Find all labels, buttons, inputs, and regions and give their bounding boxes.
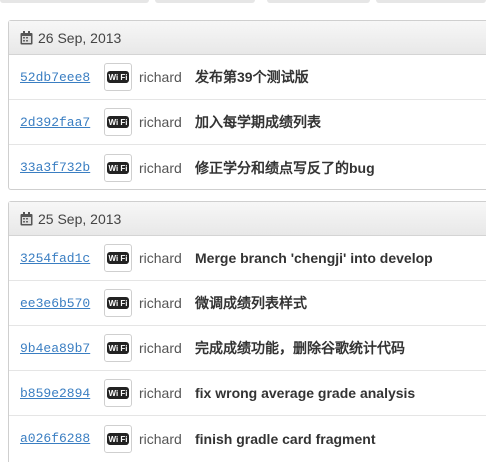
commit-message-link[interactable]: 加入每学期成绩列表 xyxy=(195,112,321,132)
commit-author: richard xyxy=(139,340,182,356)
svg-text:Wi Fi: Wi Fi xyxy=(108,344,127,353)
wifi-avatar-icon: Wi Fi xyxy=(107,432,129,445)
calendar-icon xyxy=(20,211,33,225)
day-header: 26 Sep, 2013 xyxy=(9,21,486,55)
commit-author: richard xyxy=(139,114,182,130)
wifi-avatar-icon: Wi Fi xyxy=(107,71,129,83)
commit-author: richard xyxy=(139,385,182,401)
commit-message-link[interactable]: 修正学分和绩点写反了的bug xyxy=(195,158,375,178)
commit-author: richard xyxy=(139,430,182,447)
commit-row: 2d392faa7 Wi Fi richard 加入每学期成绩列表 xyxy=(9,100,486,145)
day-group-26-sep: 26 Sep, 2013 52db7eee8 Wi Fi richard 发布第… xyxy=(8,20,486,190)
commit-history-page: 26 Sep, 2013 52db7eee8 Wi Fi richard 发布第… xyxy=(0,0,486,462)
commit-row: 3254fad1c Wi Fi richard Merge branch 'ch… xyxy=(9,236,486,281)
wifi-avatar-icon: Wi Fi xyxy=(107,342,129,354)
commit-sha-link[interactable]: 3254fad1c xyxy=(20,251,102,266)
commit-row: 9b4ea89b7 Wi Fi richard 完成成绩功能，删除谷歌统计代码 xyxy=(9,326,486,371)
wifi-avatar-icon: Wi Fi xyxy=(107,297,129,309)
author-avatar[interactable]: Wi Fi xyxy=(104,108,132,136)
commit-message-link[interactable]: fix wrong average grade analysis xyxy=(195,385,415,401)
commit-sha-link[interactable]: ee3e6b570 xyxy=(20,296,102,311)
author-avatar[interactable]: Wi Fi xyxy=(104,63,132,91)
toolbar-segment xyxy=(155,0,255,3)
commit-sha-link[interactable]: a026f6288 xyxy=(20,431,102,446)
commit-row: a026f6288 Wi Fi richard finish gradle ca… xyxy=(9,416,486,461)
commit-sha-link[interactable]: 2d392faa7 xyxy=(20,115,102,130)
commit-row: 33a3f732b Wi Fi richard 修正学分和绩点写反了的bug xyxy=(9,145,486,190)
author-avatar[interactable]: Wi Fi xyxy=(104,334,132,362)
commit-message-link[interactable]: 发布第39个测试版 xyxy=(195,67,309,87)
wifi-avatar-icon: Wi Fi xyxy=(107,116,129,128)
svg-text:Wi Fi: Wi Fi xyxy=(108,299,127,308)
svg-text:Wi Fi: Wi Fi xyxy=(108,73,127,82)
commit-sha-link[interactable]: 52db7eee8 xyxy=(20,70,102,85)
svg-text:Wi Fi: Wi Fi xyxy=(108,118,127,127)
commit-sha-link[interactable]: b859e2894 xyxy=(20,386,102,401)
top-toolbar-remnant xyxy=(0,0,486,4)
commit-row: ee3e6b570 Wi Fi richard 微调成绩列表样式 xyxy=(9,281,486,326)
commit-message-link[interactable]: 完成成绩功能，删除谷歌统计代码 xyxy=(195,338,405,358)
commit-author: richard xyxy=(139,295,182,311)
author-avatar[interactable]: Wi Fi xyxy=(104,153,132,182)
author-avatar[interactable]: Wi Fi xyxy=(104,244,132,272)
author-avatar[interactable]: Wi Fi xyxy=(104,424,132,453)
commit-message-link[interactable]: finish gradle card fragment xyxy=(195,431,375,447)
commit-sha-link[interactable]: 33a3f732b xyxy=(20,160,102,175)
wifi-avatar-icon: Wi Fi xyxy=(107,387,129,399)
commit-message-link[interactable]: Merge branch 'chengji' into develop xyxy=(195,250,433,266)
day-group-25-sep: 25 Sep, 2013 3254fad1c Wi Fi richard Mer… xyxy=(8,201,486,462)
commit-author: richard xyxy=(139,159,182,176)
svg-text:Wi Fi: Wi Fi xyxy=(108,164,127,173)
commit-message-link[interactable]: 微调成绩列表样式 xyxy=(195,293,307,313)
svg-text:Wi Fi: Wi Fi xyxy=(108,435,127,444)
wifi-avatar-icon: Wi Fi xyxy=(107,252,129,264)
calendar-icon xyxy=(20,30,33,44)
author-avatar[interactable]: Wi Fi xyxy=(104,289,132,317)
commit-author: richard xyxy=(139,69,182,85)
day-date: 25 Sep, 2013 xyxy=(38,210,122,227)
commit-author: richard xyxy=(139,250,182,266)
toolbar-segment xyxy=(0,0,150,3)
author-avatar[interactable]: Wi Fi xyxy=(104,379,132,407)
day-header: 25 Sep, 2013 xyxy=(9,202,486,236)
commit-row: 52db7eee8 Wi Fi richard 发布第39个测试版 xyxy=(9,55,486,100)
svg-text:Wi Fi: Wi Fi xyxy=(108,389,127,398)
day-date: 26 Sep, 2013 xyxy=(38,29,122,46)
toolbar-segment xyxy=(376,0,486,3)
toolbar-segment xyxy=(266,0,371,3)
commit-row: b859e2894 Wi Fi richard fix wrong averag… xyxy=(9,371,486,416)
svg-text:Wi Fi: Wi Fi xyxy=(108,254,127,263)
commit-sha-link[interactable]: 9b4ea89b7 xyxy=(20,341,102,356)
wifi-avatar-icon: Wi Fi xyxy=(107,161,129,174)
